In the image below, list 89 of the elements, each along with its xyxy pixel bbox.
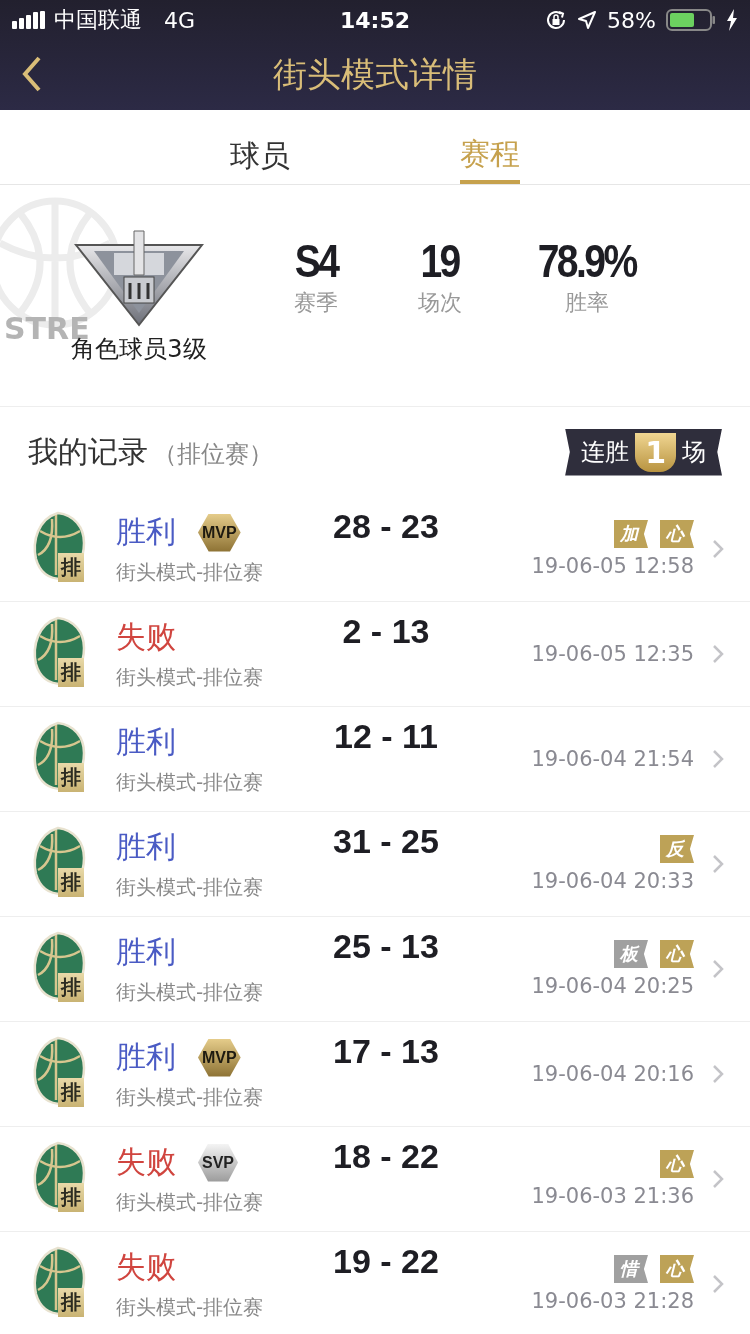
network-type: 4G: [164, 7, 196, 33]
rank-tag: 排: [58, 1288, 84, 1317]
rank-tag: 排: [58, 553, 84, 582]
honor-tag: 心: [660, 520, 694, 548]
match-mode: 街头模式-排位赛: [116, 769, 265, 796]
match-row[interactable]: 排 失败 街头模式-排位赛 2 - 13 19-06-05 12:35: [0, 602, 750, 707]
chevron-icon: [712, 1169, 724, 1189]
match-row[interactable]: 排 胜利 街头模式-排位赛 12 - 11 19-06-04 21:54: [0, 707, 750, 812]
match-score: 17 - 13: [332, 1032, 440, 1071]
honor-tag: 心: [660, 1150, 694, 1178]
clock-time: 14:52: [340, 7, 410, 33]
streak-count: 1: [635, 432, 676, 472]
rotation-lock-icon: [545, 9, 568, 31]
stat-label: 场次: [418, 288, 462, 317]
match-score: 31 - 25: [332, 822, 440, 861]
tab[interactable]: 球员: [230, 110, 290, 184]
honor-tag: 板: [614, 940, 648, 968]
rank-tag: 排: [58, 868, 84, 897]
match-time: 19-06-03 21:36: [531, 1184, 694, 1208]
match-time: 19-06-05 12:35: [531, 642, 694, 666]
match-score: 19 - 22: [332, 1242, 440, 1281]
match-result: 胜利: [116, 933, 176, 971]
match-row[interactable]: 排 胜利 街头模式-排位赛 31 - 25 反 19-06-04 20:33: [0, 812, 750, 917]
match-result: 胜利: [116, 513, 176, 551]
chevron-icon: [712, 539, 724, 559]
chevron-icon: [712, 749, 724, 769]
stat-value: 78.9%: [537, 233, 637, 288]
chevron-icon: [712, 644, 724, 664]
stat-value: S4: [294, 233, 338, 288]
match-result: 胜利: [116, 828, 176, 866]
match-result: 失败: [116, 618, 176, 656]
match-mode: 街头模式-排位赛: [116, 1084, 265, 1111]
match-row[interactable]: 排 胜利 MVP 街头模式-排位赛 28 - 23 加 心 19-06-05 12:58: [0, 497, 750, 602]
player-badge: MVP: [198, 513, 241, 552]
rank-tag: 排: [58, 973, 84, 1002]
match-score: 12 - 11: [333, 717, 439, 756]
match-time: 19-06-03 21:28: [531, 1289, 694, 1313]
rank-tag: 排: [58, 1183, 84, 1212]
match-time: 19-06-04 20:33: [531, 869, 694, 893]
match-mode: 街头模式-排位赛: [116, 1189, 265, 1216]
match-result: 胜利: [116, 1038, 176, 1076]
rank-tag: 排: [58, 1078, 84, 1107]
section-title: 我的记录: [28, 433, 148, 469]
match-time: 19-06-04 20:16: [531, 1062, 694, 1086]
chevron-icon: [712, 959, 724, 979]
match-row[interactable]: 排 失败 SVP 街头模式-排位赛 18 - 22 心 19-06-03 21:36: [0, 1127, 750, 1232]
match-time: 19-06-04 21:54: [531, 747, 694, 771]
match-mode: 街头模式-排位赛: [116, 664, 265, 691]
battery-icon: [666, 9, 716, 31]
match-score: 28 - 23: [332, 507, 440, 546]
player-badge: SVP: [198, 1143, 238, 1182]
location-icon: [577, 10, 598, 30]
signal-icon: [12, 11, 46, 29]
section-subtitle: （排位赛）: [153, 439, 274, 468]
match-mode: 街头模式-排位赛: [116, 559, 265, 586]
honor-tag: 惜: [614, 1255, 648, 1283]
stat-value: 19: [420, 233, 460, 288]
chevron-icon: [712, 1274, 724, 1294]
honor-tag: 反: [660, 835, 694, 863]
match-result: 失败: [116, 1248, 176, 1286]
carrier-name: 中国联通: [54, 6, 142, 34]
chevron-icon: [712, 1064, 724, 1084]
rank-tag: 排: [58, 658, 84, 687]
match-row[interactable]: 排 胜利 街头模式-排位赛 25 - 13 板 心 19-06-04 20:25: [0, 917, 750, 1022]
rank-tag: 排: [58, 763, 84, 792]
match-result: 胜利: [116, 723, 176, 761]
honor-tag: 心: [660, 940, 694, 968]
page-title: 街头模式详情: [273, 53, 477, 96]
match-score: 25 - 13: [332, 927, 440, 966]
streak-unit: 场: [682, 437, 706, 468]
honor-tag: 加: [614, 520, 648, 548]
battery-percent: 58%: [607, 7, 656, 33]
match-time: 19-06-05 12:58: [531, 554, 694, 578]
match-mode: 街头模式-排位赛: [116, 979, 265, 1006]
match-score: 18 - 22: [332, 1137, 440, 1176]
stat-label: 胜率: [565, 288, 609, 317]
stat-label: 赛季: [294, 288, 338, 317]
match-time: 19-06-04 20:25: [531, 974, 694, 998]
chevron-icon: [712, 854, 724, 874]
charging-icon: [726, 9, 738, 31]
honor-tag: 心: [660, 1255, 694, 1283]
match-row[interactable]: 排 胜利 MVP 街头模式-排位赛 17 - 13 19-06-04 20:16: [0, 1022, 750, 1127]
match-score: 2 - 13: [341, 612, 431, 651]
match-result: 失败: [116, 1143, 176, 1181]
match-mode: 街头模式-排位赛: [116, 874, 265, 901]
streak-label: 连胜: [581, 437, 630, 468]
match-mode: 街头模式-排位赛: [116, 1294, 265, 1321]
player-badge: MVP: [198, 1038, 241, 1077]
match-row[interactable]: 排 失败 街头模式-排位赛 19 - 22 惜 心 19-06-03 21:28: [0, 1232, 750, 1334]
